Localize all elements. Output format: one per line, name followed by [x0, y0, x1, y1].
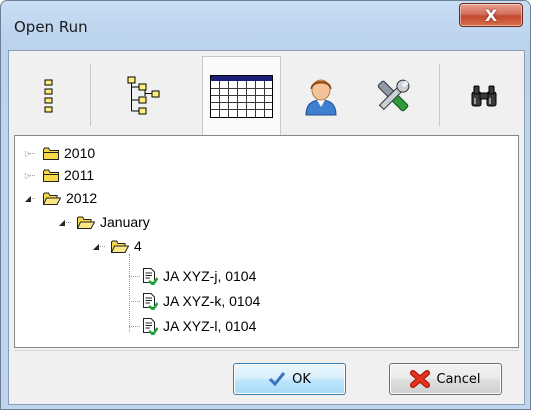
- calendar-grid-icon: [210, 74, 273, 118]
- tree-node-label: JA XYZ-j, 0104: [163, 268, 257, 284]
- window-title: Open Run: [14, 18, 88, 36]
- tree-node-label: 2011: [64, 167, 95, 183]
- folder-closed-icon: [43, 147, 59, 160]
- folder-open-icon: [77, 216, 95, 229]
- tree-node-day-4[interactable]: ◢ 4: [91, 237, 142, 255]
- tree-connector: [129, 301, 140, 303]
- folder-open-icon: [43, 192, 61, 205]
- tree-node-label: JA XYZ-l, 0104: [163, 318, 257, 334]
- user-view-button[interactable]: [290, 56, 352, 135]
- cancel-label: Cancel: [436, 371, 481, 387]
- tree-view-button[interactable]: [112, 56, 178, 135]
- ok-label: OK: [292, 371, 311, 387]
- run-document-icon: [143, 292, 158, 310]
- tree-node-2012[interactable]: ◢ 2012: [23, 189, 97, 207]
- tree-node-label: JA XYZ-k, 0104: [163, 293, 261, 309]
- collapse-arrow-icon[interactable]: ◢: [23, 193, 33, 203]
- tree-node-label: January: [100, 214, 150, 230]
- hierarchy-tree-icon: [127, 76, 160, 114]
- user-icon: [305, 79, 337, 115]
- folder-closed-icon: [43, 169, 59, 182]
- find-button[interactable]: [459, 56, 509, 135]
- flat-list-icon: [44, 79, 53, 112]
- run-document-icon: [143, 267, 158, 285]
- run-document-icon: [143, 317, 158, 335]
- cancel-button[interactable]: Cancel: [389, 363, 502, 395]
- checkmark-icon: [268, 371, 286, 387]
- calendar-view-button[interactable]: [202, 56, 281, 135]
- tree-node-january[interactable]: ◢ January: [57, 213, 150, 231]
- tree-node-2010[interactable]: ▷ 2010: [23, 144, 95, 162]
- tree-node-2011[interactable]: ▷ 2011: [23, 166, 94, 184]
- run-tree[interactable]: ▷ 2010 ▷ 2011 ◢ 2012 ◢ January ◢ 4 JA XY…: [14, 135, 519, 348]
- expand-arrow-icon[interactable]: ▷: [23, 170, 33, 180]
- collapse-arrow-icon[interactable]: ◢: [91, 241, 101, 251]
- toolbar-separator: [439, 64, 440, 126]
- close-icon: X: [484, 5, 498, 25]
- tree-node-label: 4: [134, 238, 142, 254]
- red-x-icon: [410, 370, 431, 388]
- tree-node-label: 2010: [64, 145, 96, 161]
- folder-open-icon: [111, 240, 129, 253]
- expand-arrow-icon[interactable]: ▷: [23, 148, 33, 158]
- collapse-arrow-icon[interactable]: ◢: [57, 217, 67, 227]
- list-view-button[interactable]: [14, 56, 84, 135]
- binoculars-icon: [471, 85, 497, 106]
- tree-connector: [129, 276, 140, 278]
- title-bar[interactable]: Open Run X: [1, 1, 530, 49]
- view-toolbar: [14, 56, 519, 135]
- close-button[interactable]: X: [459, 3, 523, 27]
- tree-connector: [129, 326, 140, 328]
- tree-node-run[interactable]: JA XYZ-l, 0104: [142, 317, 256, 335]
- tree-node-run[interactable]: JA XYZ-j, 0104: [142, 267, 256, 285]
- toolbar-separator: [90, 64, 91, 126]
- tools-icon: [377, 79, 410, 111]
- open-run-dialog: Open Run X ▷ 2010 ▷ 2011 ◢ 2012 ◢ Januar…: [0, 0, 531, 410]
- ok-button[interactable]: OK: [233, 363, 346, 395]
- tree-connector: [129, 254, 131, 332]
- tree-node-run[interactable]: JA XYZ-k, 0104: [142, 292, 260, 310]
- footer-divider: [14, 350, 519, 351]
- tree-node-label: 2012: [66, 190, 98, 206]
- tools-view-button[interactable]: [360, 56, 426, 135]
